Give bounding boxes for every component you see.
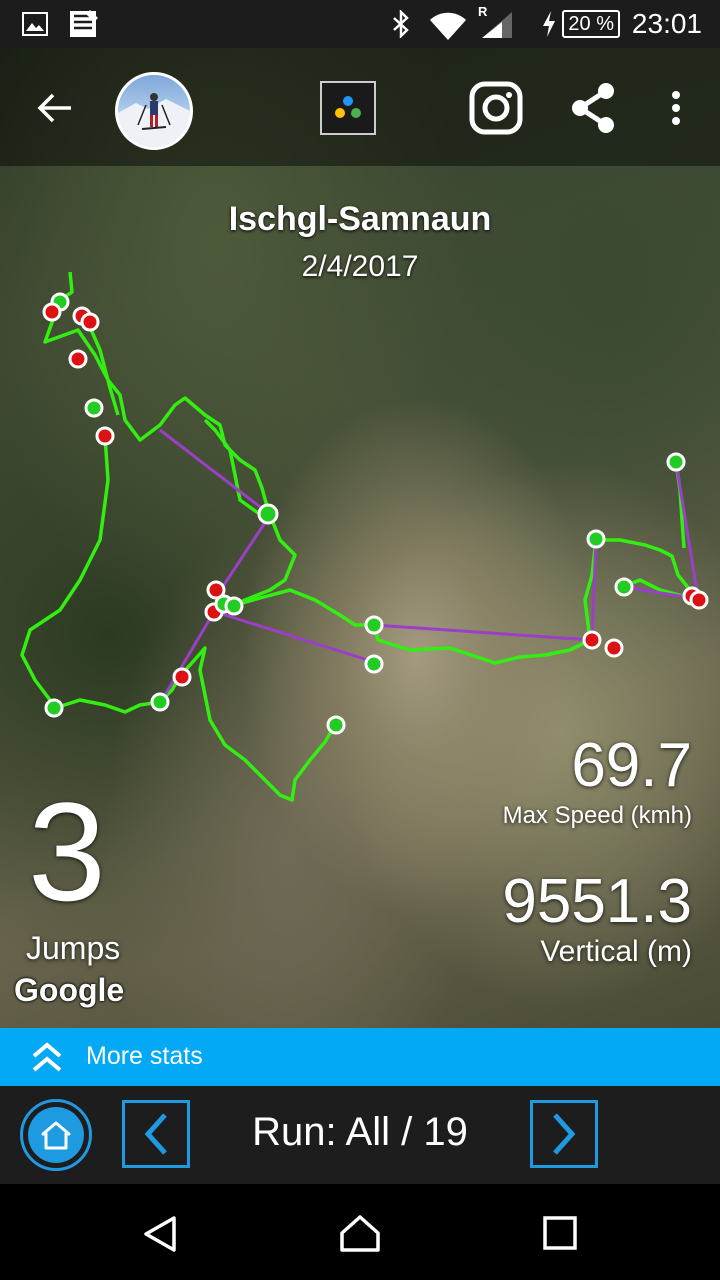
image-icon bbox=[22, 12, 48, 36]
more-stats-bar[interactable]: More stats bbox=[0, 1028, 720, 1086]
nav-recents-button[interactable] bbox=[530, 1208, 590, 1258]
house-icon bbox=[41, 1121, 71, 1150]
clock: 23:01 bbox=[631, 8, 702, 39]
vertical-label: Vertical (m) bbox=[540, 935, 692, 968]
app-launcher-icon bbox=[335, 96, 361, 118]
double-chevron-up-icon bbox=[32, 1042, 62, 1072]
back-arrow-icon bbox=[37, 93, 71, 123]
app-launcher-button[interactable] bbox=[320, 81, 376, 135]
jumps-label: Jumps bbox=[26, 930, 121, 966]
home-button[interactable] bbox=[20, 1099, 92, 1171]
wifi-icon bbox=[430, 12, 466, 40]
next-run-button[interactable] bbox=[530, 1100, 598, 1168]
ski-lifts bbox=[159, 428, 700, 701]
home-button-fill bbox=[28, 1107, 84, 1163]
run-navigation-bar: Run: All / 19 bbox=[0, 1086, 720, 1184]
resort-name: Ischgl-Samnaun bbox=[228, 200, 492, 238]
more-vert-icon bbox=[672, 91, 680, 125]
status-bar: R 20 % 23:01 bbox=[0, 0, 720, 48]
bluetooth-icon bbox=[393, 10, 409, 38]
more-stats-label: More stats bbox=[86, 1042, 203, 1070]
instagram-button[interactable] bbox=[466, 78, 526, 138]
signal-icon bbox=[482, 12, 512, 38]
recents-icon bbox=[543, 1216, 577, 1250]
previous-run-button[interactable] bbox=[122, 1100, 190, 1168]
chevron-left-icon bbox=[144, 1113, 167, 1155]
share-button[interactable] bbox=[564, 78, 622, 138]
nav-back-button[interactable] bbox=[130, 1210, 190, 1258]
profile-avatar[interactable] bbox=[115, 72, 193, 150]
chevron-right-icon bbox=[553, 1113, 576, 1155]
back-triangle-icon bbox=[144, 1216, 176, 1252]
system-navigation-bar bbox=[0, 1184, 720, 1280]
max-speed-label: Max Speed (kmh) bbox=[502, 802, 692, 829]
charging-icon bbox=[543, 11, 555, 37]
home-icon bbox=[340, 1215, 380, 1252]
jumps-count: 3 bbox=[28, 773, 106, 930]
battery-level: 20 % bbox=[562, 10, 620, 38]
google-attribution: Google bbox=[14, 972, 125, 1008]
vertical-value: 9551.3 bbox=[502, 867, 692, 936]
run-markers[interactable] bbox=[42, 292, 709, 735]
max-speed-value: 69.7 bbox=[571, 731, 692, 800]
top-toolbar bbox=[0, 48, 720, 166]
more-options-button[interactable] bbox=[660, 84, 692, 132]
notification-icon bbox=[70, 10, 98, 37]
skier-photo bbox=[118, 93, 190, 147]
run-selector-label: Run: All / 19 bbox=[252, 1110, 468, 1154]
nav-home-button[interactable] bbox=[330, 1208, 390, 1258]
share-icon bbox=[572, 83, 614, 133]
instagram-icon bbox=[469, 81, 523, 135]
back-button[interactable] bbox=[30, 86, 80, 130]
session-date: 2/4/2017 bbox=[301, 250, 419, 283]
